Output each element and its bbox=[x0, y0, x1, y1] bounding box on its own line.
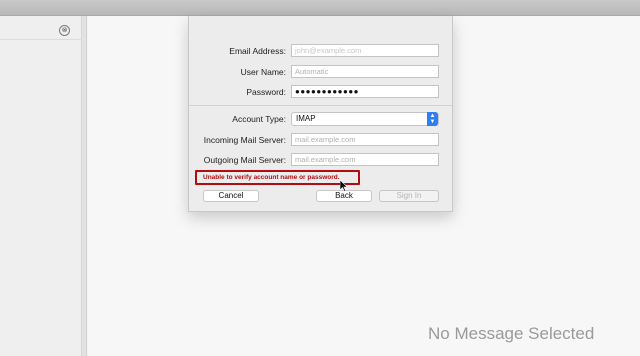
outgoing-label: Outgoing Mail Server: bbox=[203, 155, 286, 165]
incoming-label: Incoming Mail Server: bbox=[203, 135, 286, 145]
password-row: Password: ●●●●●●●●●●●● bbox=[189, 85, 452, 99]
account-type-row: Account Type: IMAP ▲ ▼ bbox=[189, 112, 452, 126]
chevron-updown-icon: ▲ ▼ bbox=[427, 112, 438, 126]
empty-state-label: No Message Selected bbox=[428, 324, 595, 343]
outgoing-server-field[interactable]: mail.example.com bbox=[291, 153, 439, 166]
username-label: User Name: bbox=[240, 67, 286, 77]
sign-in-button[interactable]: Sign In bbox=[379, 190, 439, 202]
mailbox-sidebar: ⊗ bbox=[0, 16, 82, 356]
incoming-row: Incoming Mail Server: mail.example.com bbox=[189, 133, 452, 147]
account-type-value: IMAP bbox=[296, 114, 316, 123]
email-label: Email Address: bbox=[229, 46, 286, 56]
cancel-button[interactable]: Cancel bbox=[203, 190, 259, 202]
outgoing-row: Outgoing Mail Server: mail.example.com bbox=[189, 153, 452, 167]
incoming-server-field[interactable]: mail.example.com bbox=[291, 133, 439, 146]
username-row: User Name: Automatic bbox=[189, 65, 452, 79]
account-type-select[interactable]: IMAP ▲ ▼ bbox=[291, 112, 439, 126]
username-field[interactable]: Automatic bbox=[291, 65, 439, 78]
error-message-box: Unable to verify account name or passwor… bbox=[195, 170, 360, 185]
close-icon[interactable]: ⊗ bbox=[59, 25, 70, 36]
password-label: Password: bbox=[246, 87, 286, 97]
add-account-sheet: Email Address: john@example.com User Nam… bbox=[188, 16, 453, 212]
section-divider bbox=[189, 105, 452, 106]
account-type-label: Account Type: bbox=[232, 114, 286, 124]
pane-divider[interactable] bbox=[82, 16, 87, 356]
email-row: Email Address: john@example.com bbox=[189, 44, 452, 58]
sidebar-header: ⊗ bbox=[0, 20, 82, 40]
window-titlebar bbox=[0, 0, 640, 16]
email-field[interactable]: john@example.com bbox=[291, 44, 439, 57]
error-message: Unable to verify account name or passwor… bbox=[203, 174, 340, 181]
mouse-cursor-icon bbox=[340, 180, 348, 192]
password-field[interactable]: ●●●●●●●●●●●● bbox=[291, 85, 439, 98]
